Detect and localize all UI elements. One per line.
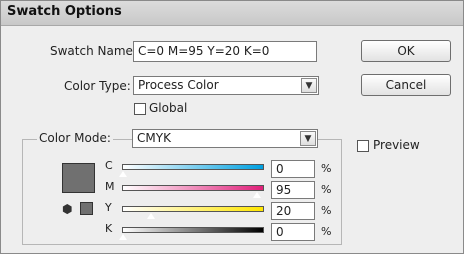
color-type-value: Process Color: [138, 78, 219, 92]
slider-m-input[interactable]: 95: [271, 181, 315, 199]
dialog-title: Swatch Options: [7, 4, 122, 19]
color-swatch: [62, 163, 95, 193]
swatch-name-input[interactable]: C=0 M=95 Y=20 K=0: [133, 41, 317, 62]
slider-y-unit: %: [321, 204, 332, 217]
slider-c-label: C: [105, 159, 113, 172]
ok-button[interactable]: OK: [361, 40, 451, 62]
chevron-down-icon: ▼: [300, 131, 316, 146]
chevron-down-icon: ▼: [301, 78, 317, 93]
color-type-label: Color Type:: [64, 79, 131, 93]
color-mode-label: Color Mode:: [37, 131, 113, 145]
preview-label: Preview: [373, 138, 420, 152]
slider-m-label: M: [105, 180, 115, 193]
slider-c-track[interactable]: [122, 164, 264, 170]
slider-k-input[interactable]: 0: [271, 223, 315, 241]
slider-y-label: Y: [105, 201, 112, 214]
slider-k-label: K: [105, 222, 113, 235]
slider-k-thumb[interactable]: [118, 233, 128, 241]
slider-m-track[interactable]: [122, 185, 264, 191]
color-mode-value: CMYK: [137, 131, 171, 145]
slider-k-unit: %: [321, 225, 332, 238]
color-mode-dropdown[interactable]: CMYK ▼: [132, 129, 318, 148]
gamut-swatch: [80, 202, 93, 215]
slider-c-unit: %: [321, 162, 332, 175]
swatch-options-dialog: Swatch Options Swatch Name: C=0 M=95 Y=2…: [0, 0, 464, 254]
slider-y-input[interactable]: 20: [271, 202, 315, 220]
slider-k-track[interactable]: [122, 227, 264, 233]
swatch-name-label: Swatch Name:: [50, 44, 137, 58]
swatch-name-value: C=0 M=95 Y=20 K=0: [138, 44, 270, 58]
cube-icon[interactable]: ⬢: [62, 203, 72, 215]
preview-checkbox[interactable]: [357, 140, 369, 152]
slider-c-thumb[interactable]: [118, 170, 128, 178]
global-label: Global: [149, 101, 188, 115]
cancel-button[interactable]: Cancel: [361, 74, 451, 96]
slider-c-input[interactable]: 0: [271, 160, 315, 178]
slider-m-unit: %: [321, 183, 332, 196]
global-checkbox[interactable]: [134, 103, 146, 115]
slider-m-thumb[interactable]: [252, 191, 262, 199]
slider-y-track[interactable]: [122, 206, 264, 212]
color-type-dropdown[interactable]: Process Color ▼: [133, 76, 319, 95]
slider-y-thumb[interactable]: [146, 212, 156, 220]
title-bar[interactable]: Swatch Options: [1, 1, 463, 26]
